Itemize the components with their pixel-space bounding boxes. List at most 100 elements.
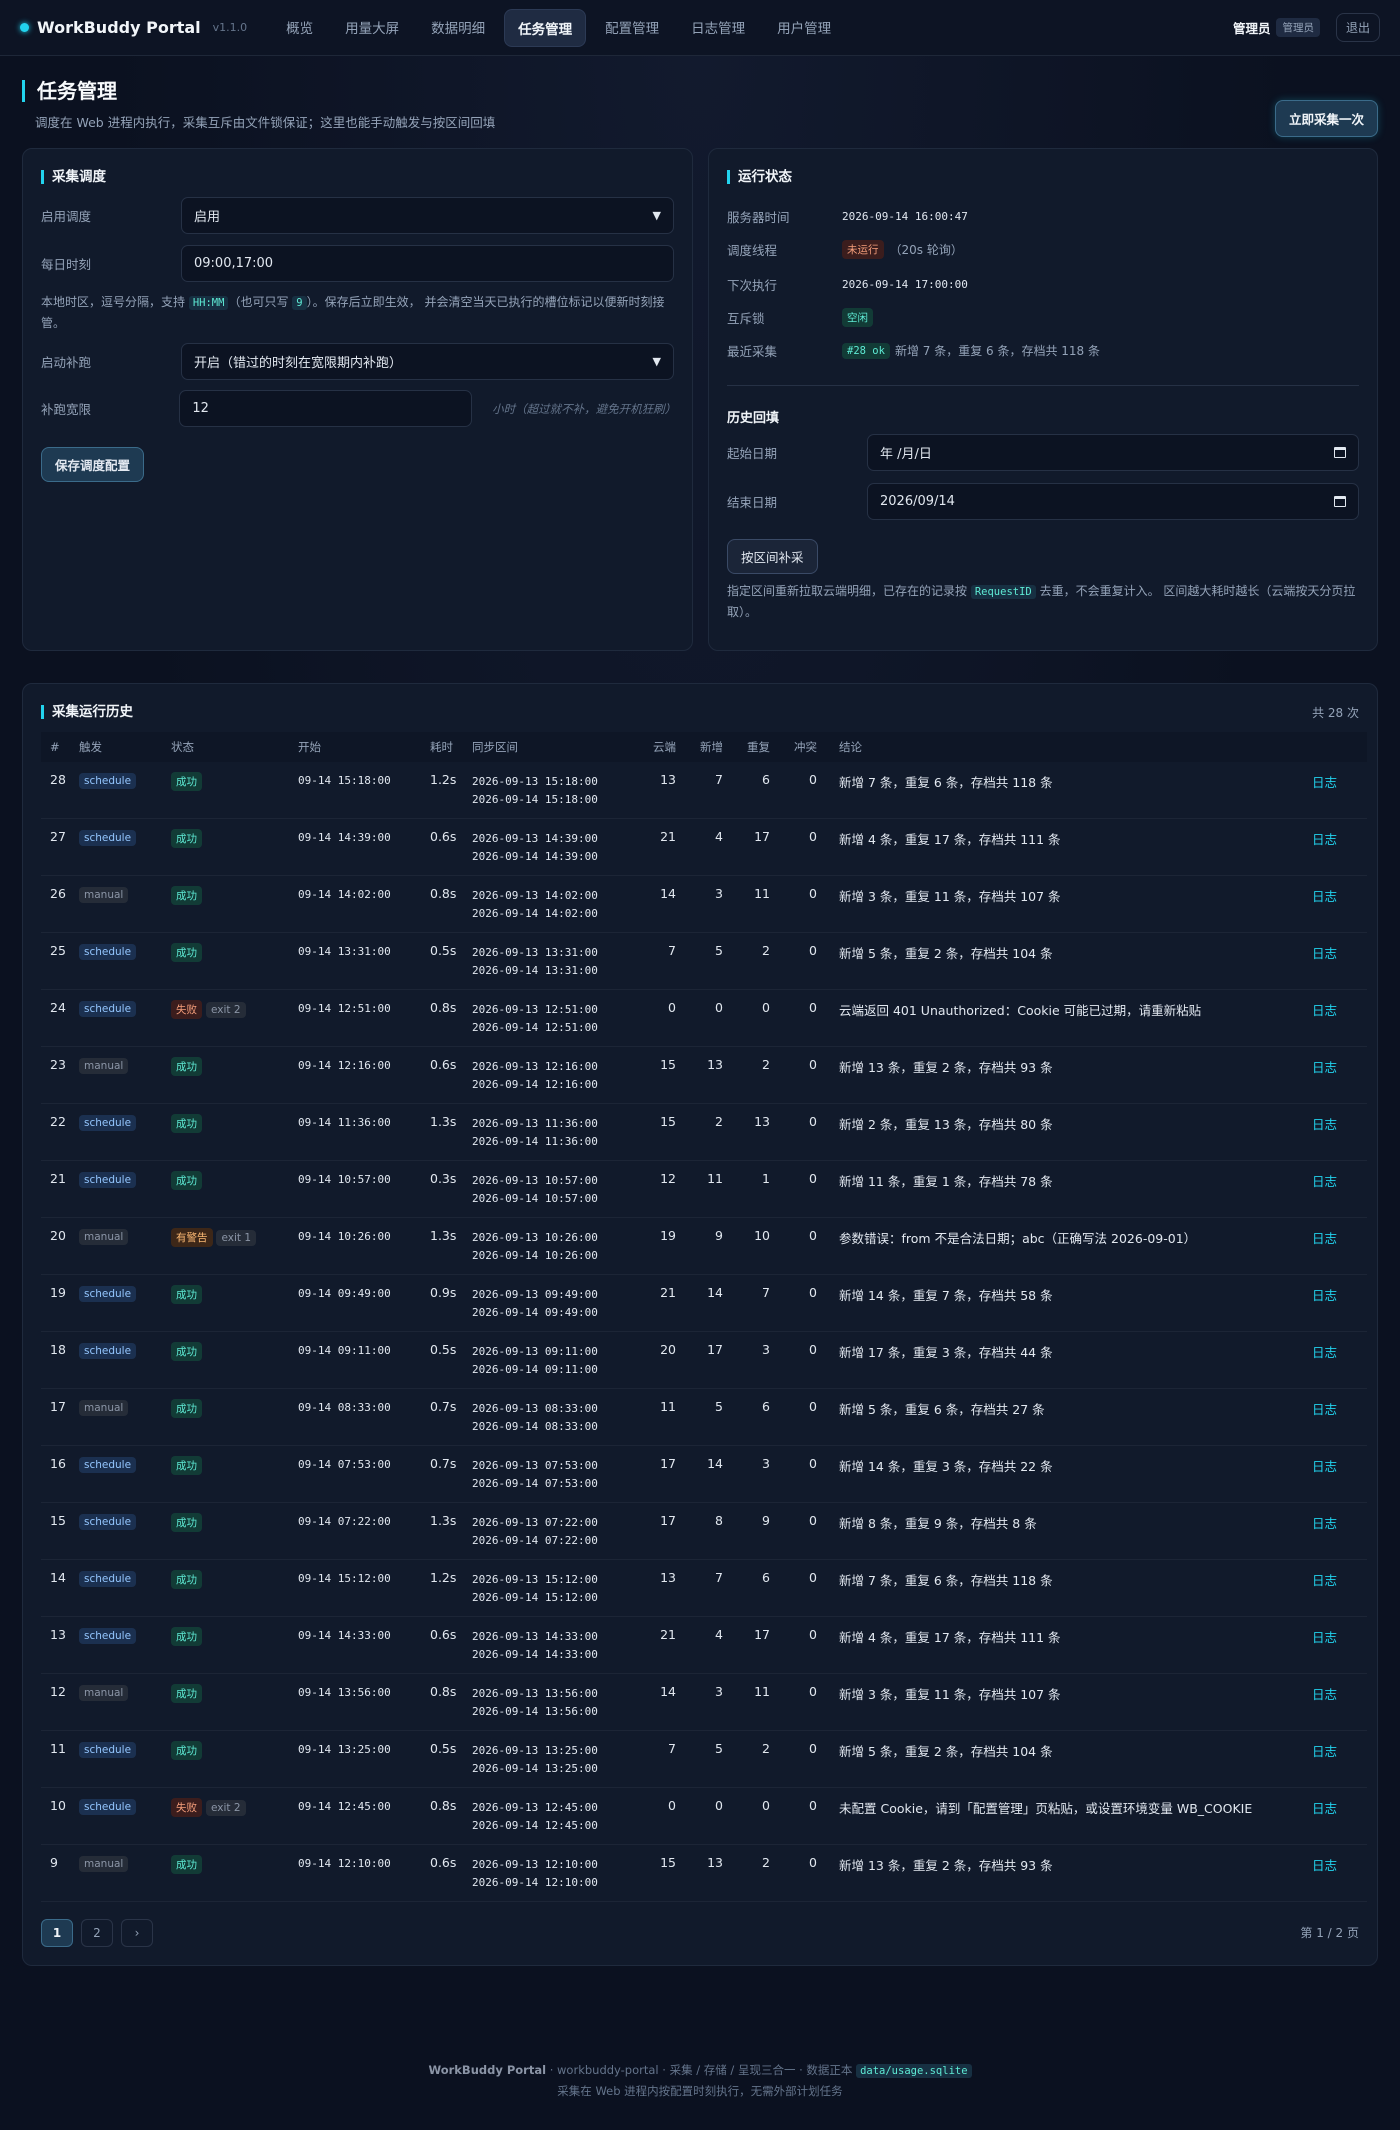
conclusion: 新增 4 条，重复 17 条，存档共 111 条 (839, 832, 1061, 847)
view-log-link[interactable]: 日志 (1312, 1513, 1367, 1532)
dup-count: 17 (754, 829, 770, 844)
view-log-link[interactable]: 日志 (1312, 1684, 1367, 1703)
table-row: 12 manual 成功 09-14 13:56:00 0.8s 2026-09-13 1… (41, 1674, 1367, 1731)
view-log-link[interactable]: 日志 (1312, 1570, 1367, 1589)
sync-range: 2026-09-13 07:22:00 2026-09-14 07:22:00 (472, 1513, 629, 1550)
status-cell: 成功 (171, 1855, 298, 1874)
sync-range: 2026-09-13 12:10:00 2026-09-14 12:10:00 (472, 1855, 629, 1892)
run-id: 10 (50, 1798, 66, 1813)
calendar-icon[interactable] (1334, 447, 1346, 458)
next-page-button[interactable]: › (121, 1919, 153, 1947)
view-log-link[interactable]: 日志 (1312, 1000, 1367, 1019)
view-log-link[interactable]: 日志 (1312, 1627, 1367, 1646)
run-id: 28 (50, 772, 66, 787)
new-count: 0 (715, 1798, 723, 1813)
nav-item[interactable]: 日志管理 (678, 9, 758, 47)
start-time: 09-14 13:25:00 (298, 1743, 391, 1756)
view-log-link[interactable]: 日志 (1312, 1399, 1367, 1418)
duration: 0.8s (430, 1684, 457, 1699)
nav-item[interactable]: 概览 (273, 9, 326, 47)
brand[interactable]: WorkBuddy Portal v1.1.0 (20, 18, 247, 37)
sync-range: 2026-09-13 07:53:00 2026-09-14 07:53:00 (472, 1456, 629, 1493)
conclusion: 新增 2 条，重复 13 条，存档共 80 条 (839, 1117, 1053, 1132)
enable-select[interactable]: 启用 ▼ (181, 197, 674, 234)
dup-count: 2 (762, 1741, 770, 1756)
conflict-count: 0 (809, 1570, 817, 1585)
start-time: 09-14 13:56:00 (298, 1686, 391, 1699)
nav-item[interactable]: 任务管理 (504, 8, 587, 47)
trigger-badge: manual (79, 1400, 129, 1416)
dup-count: 6 (762, 1399, 770, 1414)
trigger-cell: schedule (79, 1000, 171, 1017)
nav-item[interactable]: 用量大屏 (332, 9, 412, 47)
view-log-link[interactable]: 日志 (1312, 772, 1367, 791)
sync-range: 2026-09-13 13:25:00 2026-09-14 13:25:00 (472, 1741, 629, 1778)
view-log-link[interactable]: 日志 (1312, 1798, 1367, 1817)
view-log-link[interactable]: 日志 (1312, 829, 1367, 848)
status-badge: 成功 (171, 1456, 202, 1475)
times-label: 每日时刻 (41, 257, 92, 272)
sync-range: 2026-09-13 10:57:00 2026-09-14 10:57:00 (472, 1171, 629, 1208)
new-count: 5 (715, 1741, 723, 1756)
sync-range: 2026-09-13 15:18:00 2026-09-14 15:18:00 (472, 772, 629, 809)
page-button[interactable]: 1 (41, 1919, 73, 1947)
view-log-link[interactable]: 日志 (1312, 1741, 1367, 1760)
sync-range: 2026-09-13 14:02:00 2026-09-14 14:02:00 (472, 886, 629, 923)
view-log-link[interactable]: 日志 (1312, 943, 1367, 962)
conclusion: 新增 5 条，重复 6 条，存档共 27 条 (839, 1402, 1045, 1417)
cloud-count: 17 (660, 1513, 676, 1528)
save-schedule-button[interactable]: 保存调度配置 (41, 447, 145, 482)
view-log-link[interactable]: 日志 (1312, 1342, 1367, 1361)
trigger-cell: manual (79, 1855, 171, 1872)
page-button[interactable]: 2 (81, 1919, 113, 1947)
run-id: 16 (50, 1456, 66, 1471)
calendar-icon[interactable] (1334, 496, 1346, 507)
cloud-count: 21 (660, 1627, 676, 1642)
view-log-link[interactable]: 日志 (1312, 1456, 1367, 1475)
thread-note: （20s 轮询） (889, 243, 963, 257)
backfill-button[interactable]: 按区间补采 (727, 539, 818, 574)
new-count: 2 (715, 1114, 723, 1129)
grace-input[interactable]: 12 (179, 390, 473, 427)
range-to: 2026-09-14 12:16:00 (472, 1078, 598, 1091)
dup-count: 2 (762, 943, 770, 958)
lock-label: 互斥锁 (727, 311, 765, 326)
range-from: 2026-09-13 12:10:00 (472, 1858, 598, 1871)
view-log-link[interactable]: 日志 (1312, 1228, 1367, 1247)
enable-row: 启用调度 启用 ▼ (41, 197, 674, 234)
view-log-link[interactable]: 日志 (1312, 1285, 1367, 1304)
range-to: 2026-09-14 15:12:00 (472, 1591, 598, 1604)
logout-button[interactable]: 退出 (1335, 13, 1380, 42)
nav-item[interactable]: 配置管理 (592, 9, 672, 47)
end-date-input[interactable]: 2026/09/14 (867, 483, 1359, 520)
view-log-link[interactable]: 日志 (1312, 1855, 1367, 1874)
range-from: 2026-09-13 10:26:00 (472, 1231, 598, 1244)
dup-count: 7 (762, 1285, 770, 1300)
nav-item[interactable]: 数据明细 (418, 9, 498, 47)
thread-label: 调度线程 (727, 243, 778, 258)
thread-status-badge: 未运行 (842, 240, 884, 259)
table-row: 28 schedule 成功 09-14 15:18:00 1.2s 2026-09-13… (41, 762, 1367, 819)
catchup-select[interactable]: 开启（错过的时刻在宽限期内补跑） ▼ (181, 343, 674, 380)
times-input[interactable]: 09:00,17:00 (181, 245, 674, 282)
start-date-input[interactable]: 年 /月/日 (867, 434, 1359, 471)
column-header: 同步区间 (472, 740, 518, 754)
new-count: 17 (707, 1342, 723, 1357)
dup-count: 17 (754, 1627, 770, 1642)
start-time: 09-14 08:33:00 (298, 1401, 391, 1414)
view-log-link[interactable]: 日志 (1312, 1171, 1367, 1190)
chevron-down-icon: ▼ (652, 355, 661, 368)
conclusion: 新增 5 条，重复 2 条，存档共 104 条 (839, 946, 1053, 961)
nav-item[interactable]: 用户管理 (764, 9, 844, 47)
conflict-count: 0 (809, 1114, 817, 1129)
view-log-link[interactable]: 日志 (1312, 886, 1367, 905)
sync-range: 2026-09-13 13:31:00 2026-09-14 13:31:00 (472, 943, 629, 980)
backfill-start-row: 起始日期 年 /月/日 (727, 434, 1359, 471)
range-to: 2026-09-14 08:33:00 (472, 1420, 598, 1433)
view-log-link[interactable]: 日志 (1312, 1057, 1367, 1076)
page-info: 第 1 / 2 页 (1300, 1926, 1359, 1940)
top-bar: WorkBuddy Portal v1.1.0 概览 用量大屏 数据明细 任务管理 配置… (0, 0, 1400, 56)
collect-now-button[interactable]: 立即采集一次 (1274, 100, 1378, 137)
new-count: 7 (715, 772, 723, 787)
view-log-link[interactable]: 日志 (1312, 1114, 1367, 1133)
